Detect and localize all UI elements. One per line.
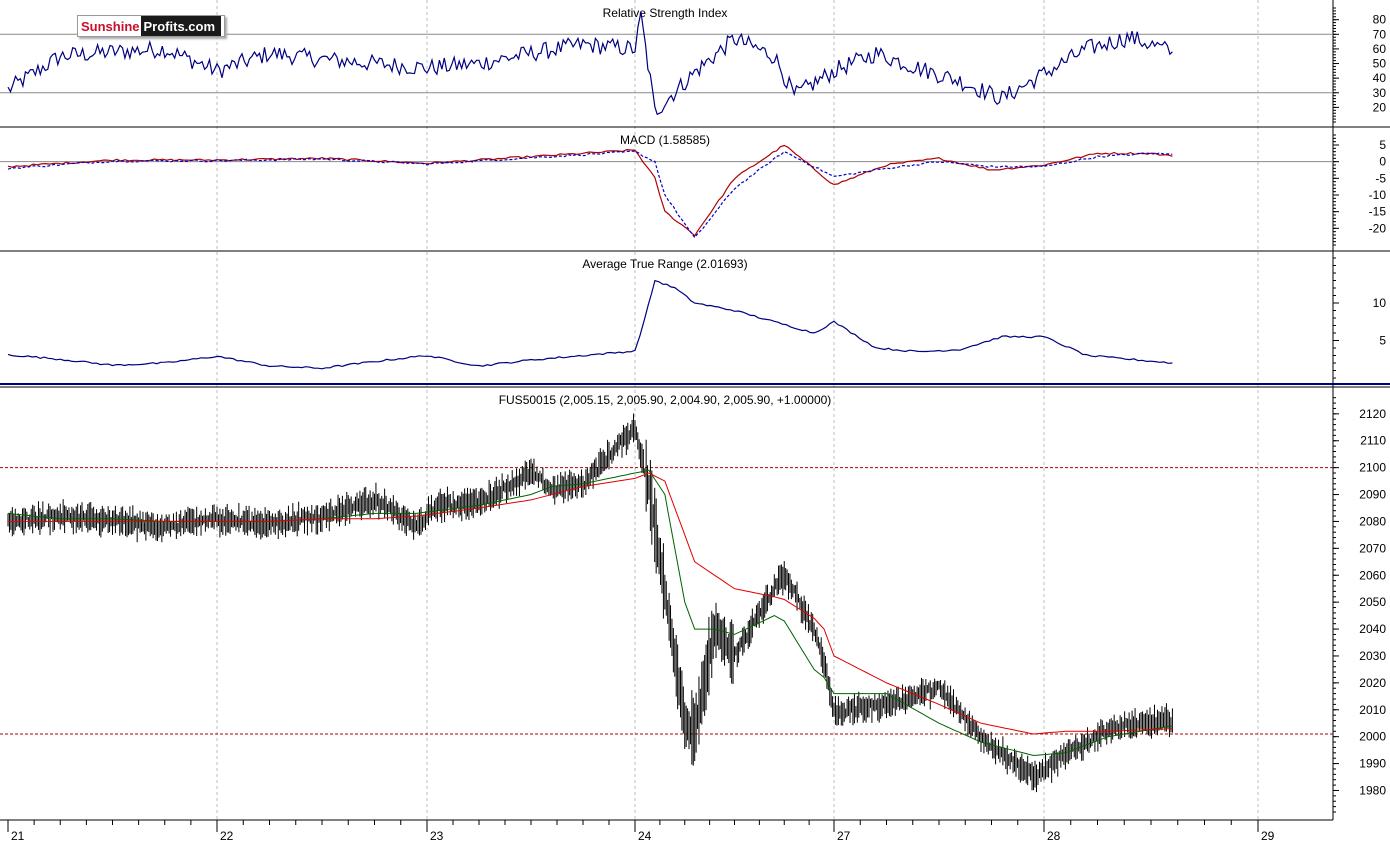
y-tick-label: 5 bbox=[1379, 334, 1386, 348]
x-tick-label: 28 bbox=[1047, 829, 1061, 843]
brand-logo-part1: Sunshine bbox=[78, 19, 141, 34]
panel-title: MACD (1.58585) bbox=[620, 133, 710, 147]
y-tick-label: 2000 bbox=[1359, 730, 1386, 744]
y-tick-label: 2030 bbox=[1359, 649, 1386, 663]
macd-line bbox=[7, 144, 1173, 237]
y-tick-label: 2060 bbox=[1359, 568, 1386, 582]
y-tick-label: 1980 bbox=[1359, 783, 1386, 797]
chart-root: Relative Strength Index 20 30 40 50 60 70 80 MAC… bbox=[0, 0, 1390, 844]
y-tick-label: 2050 bbox=[1359, 595, 1386, 609]
y-tick-label: -15 bbox=[1369, 205, 1387, 219]
y-tick-label: -10 bbox=[1369, 188, 1387, 202]
y-tick-label: 0 bbox=[1379, 155, 1386, 169]
y-tick-label: 2020 bbox=[1359, 676, 1386, 690]
macd-signal-line bbox=[7, 150, 1173, 239]
x-tick-label: 21 bbox=[11, 829, 25, 843]
y-tick-label: 5 bbox=[1379, 138, 1386, 152]
price-bars bbox=[7, 413, 1173, 793]
sma-long-line bbox=[8, 472, 1173, 735]
x-tick-label: 23 bbox=[430, 829, 444, 843]
x-tick-label: 29 bbox=[1261, 829, 1275, 843]
sma-short-line bbox=[7, 469, 1173, 757]
y-tick-label: 2090 bbox=[1359, 488, 1386, 502]
panel-title: Average True Range (2.01693) bbox=[582, 257, 747, 271]
y-tick-label: 2070 bbox=[1359, 541, 1386, 555]
y-tick-label: 10 bbox=[1373, 296, 1387, 310]
stock-chart: Relative Strength Index20304050607080MAC… bbox=[0, 0, 1390, 843]
brand-logo-part2: Profits.com bbox=[140, 16, 222, 36]
panel-title: Relative Strength Index bbox=[603, 6, 728, 20]
y-tick-label: 30 bbox=[1373, 86, 1387, 100]
y-tick-label: 20 bbox=[1373, 100, 1387, 114]
brand-logo[interactable]: Sunshine Profits.com bbox=[77, 15, 225, 37]
atr-line bbox=[7, 279, 1173, 370]
y-tick-label: 50 bbox=[1373, 57, 1387, 71]
y-tick-label: 60 bbox=[1373, 42, 1387, 56]
y-tick-label: -5 bbox=[1375, 171, 1386, 185]
x-tick-label: 27 bbox=[837, 829, 851, 843]
y-tick-label: 2080 bbox=[1359, 514, 1386, 528]
y-tick-label: 2110 bbox=[1360, 434, 1386, 448]
y-tick-label: 40 bbox=[1373, 71, 1387, 85]
y-tick-label: 70 bbox=[1373, 27, 1387, 41]
x-tick-label: 24 bbox=[638, 829, 652, 843]
y-tick-label: 2040 bbox=[1359, 622, 1386, 636]
y-tick-label: 1990 bbox=[1359, 757, 1386, 771]
y-tick-label: 80 bbox=[1373, 13, 1387, 27]
y-tick-label: -20 bbox=[1369, 221, 1387, 235]
x-tick-label: 22 bbox=[220, 829, 234, 843]
panel-title: FUS50015 (2,005.15, 2,005.90, 2,004.90, … bbox=[499, 393, 832, 407]
y-tick-label: 2100 bbox=[1359, 461, 1386, 475]
y-tick-label: 2120 bbox=[1359, 407, 1386, 421]
y-tick-label: 2010 bbox=[1359, 703, 1386, 717]
